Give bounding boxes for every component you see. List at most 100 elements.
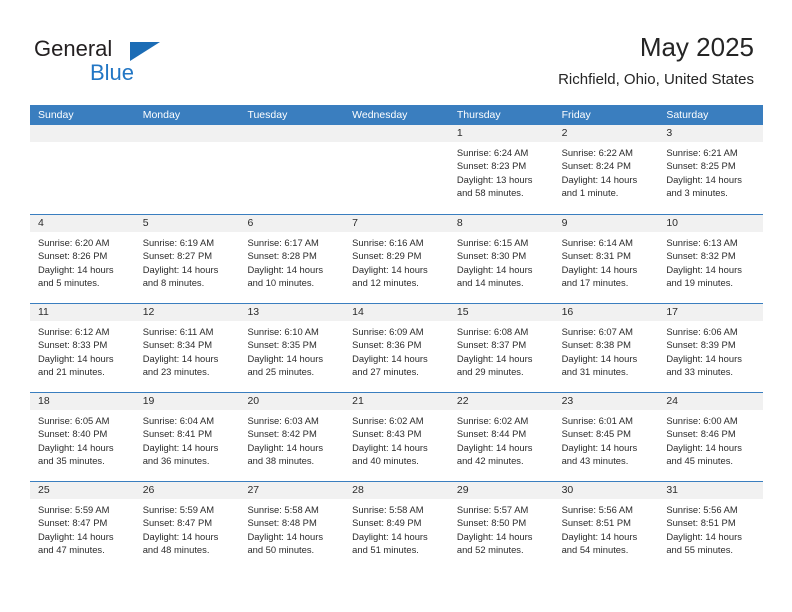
day-detail: Sunrise: 6:09 AM Sunset: 8:36 PM Daylight:… [344,321,449,379]
day-number-band [239,125,345,142]
day-cell[interactable]: 28 Sunrise: 5:58 AM Sunset: 8:49 PM Dayligh… [344,482,449,570]
daylight-text-cont: and 1 minute. [561,187,619,199]
sunrise-text: Sunrise: 5:59 AM [142,504,215,515]
sunrise-text: Sunrise: 6:17 AM [247,237,319,248]
day-number-band: 13 [239,304,345,321]
day-detail: Sunrise: 5:59 AM Sunset: 8:47 PM Daylight:… [30,499,135,557]
day-cell[interactable]: 13 Sunrise: 6:10 AM Sunset: 8:35 PM Dayligh… [239,304,345,392]
day-detail: Sunrise: 6:02 AM Sunset: 8:44 PM Daylight:… [449,410,554,468]
day-detail: Sunrise: 6:22 AM Sunset: 8:24 PM Daylight:… [554,142,659,200]
calendar-week-row: 11 Sunrise: 6:12 AM Sunset: 8:33 PM Dayligh… [30,303,764,392]
page-title: May 2025 [639,32,754,62]
sunset-text: Sunset: 8:43 PM [352,428,422,440]
daylight-text-cont: and 58 minutes. [456,187,524,199]
day-cell[interactable]: 19 Sunrise: 6:04 AM Sunset: 8:41 PM Dayligh… [134,393,240,481]
day-cell[interactable]: 25 Sunrise: 5:59 AM Sunset: 8:47 PM Dayligh… [30,482,135,570]
day-number: 31 [666,484,678,496]
logo-triangle-icon [130,42,160,61]
day-cell[interactable]: 2 Sunrise: 6:22 AM Sunset: 8:24 PM Daylight… [553,125,659,214]
daylight-text: Daylight: 14 hours [38,530,114,542]
sunrise-text: Sunrise: 6:08 AM [456,326,529,337]
day-cell[interactable]: 23 Sunrise: 6:01 AM Sunset: 8:45 PM Dayligh… [553,393,659,481]
day-number-band: 11 [30,304,135,321]
day-number: 23 [561,395,574,407]
day-detail: Sunrise: 6:16 AM Sunset: 8:29 PM Daylight:… [344,232,449,290]
daylight-text-cont: and 19 minutes. [666,277,734,289]
daylight-text-cont: and 52 minutes. [456,544,524,556]
sunrise-text: Sunrise: 6:12 AM [38,326,110,337]
day-cell[interactable]: 11 Sunrise: 6:12 AM Sunset: 8:33 PM Dayligh… [30,304,135,392]
day-number: 26 [142,484,155,496]
day-number: 11 [38,306,49,318]
sunrise-text: Sunrise: 6:06 AM [666,326,738,337]
day-cell[interactable]: 30 Sunrise: 5:56 AM Sunset: 8:51 PM Dayligh… [553,482,659,570]
day-number: 7 [352,217,358,229]
sunset-text: Sunset: 8:51 PM [666,517,736,529]
day-cell[interactable]: 24 Sunrise: 6:00 AM Sunset: 8:46 PM Dayligh… [658,393,764,481]
sunset-text: Sunset: 8:45 PM [561,428,631,440]
day-number: 22 [456,395,469,407]
day-cell[interactable]: 5 Sunrise: 6:19 AM Sunset: 8:27 PM Daylight… [134,215,240,303]
day-cell[interactable]: 8 Sunrise: 6:15 AM Sunset: 8:30 PM Daylight… [448,215,554,303]
daylight-text-cont: and 35 minutes. [38,455,105,467]
day-cell[interactable]: 6 Sunrise: 6:17 AM Sunset: 8:28 PM Daylight… [239,215,345,303]
sunset-text: Sunset: 8:38 PM [561,339,631,351]
day-cell[interactable]: 3 Sunrise: 6:21 AM Sunset: 8:25 PM Daylight… [658,125,764,214]
day-cell[interactable]: 14 Sunrise: 6:09 AM Sunset: 8:36 PM Dayligh… [344,304,449,392]
weekday-header-row: Sunday Monday Tuesday Wednesday Thursday Frid… [30,105,763,125]
sunrise-text: Sunrise: 6:14 AM [561,237,633,248]
day-cell[interactable]: 10 Sunrise: 6:13 AM Sunset: 8:32 PM Dayligh… [658,215,764,303]
day-number-band: 18 [30,393,135,410]
day-cell[interactable]: 1 Sunrise: 6:24 AM Sunset: 8:23 PM Daylight… [448,125,554,214]
day-detail: Sunrise: 6:03 AM Sunset: 8:42 PM Daylight:… [239,410,344,468]
day-cell[interactable]: 26 Sunrise: 5:59 AM Sunset: 8:47 PM Dayligh… [134,482,240,570]
day-detail: Sunrise: 6:11 AM Sunset: 8:34 PM Daylight:… [135,321,240,379]
sunset-text: Sunset: 8:44 PM [456,428,527,440]
daylight-text-cont: and 31 minutes. [561,366,629,378]
weekday-header-wednesday: Wednesday [352,109,408,121]
day-cell[interactable]: 17 Sunrise: 6:06 AM Sunset: 8:39 PM Dayligh… [658,304,764,392]
day-number: 16 [561,306,574,318]
day-cell[interactable]: 18 Sunrise: 6:05 AM Sunset: 8:40 PM Dayligh… [30,393,135,481]
sunrise-text: Sunrise: 6:05 AM [38,415,110,426]
calendar-grid: Sunday Monday Tuesday Wednesday Thursday Frid… [30,105,764,570]
sunrise-text: Sunrise: 6:11 AM [142,326,214,337]
day-number-band: 29 [448,482,554,499]
daylight-text: Daylight: 14 hours [247,352,324,364]
day-cell[interactable]: 22 Sunrise: 6:02 AM Sunset: 8:44 PM Dayligh… [448,393,554,481]
day-cell[interactable]: 29 Sunrise: 5:57 AM Sunset: 8:50 PM Dayligh… [448,482,554,570]
day-cell-empty [30,125,135,214]
sunrise-text: Sunrise: 6:07 AM [561,326,633,337]
daylight-text: Daylight: 14 hours [247,263,324,275]
day-number-band: 22 [448,393,554,410]
day-cell[interactable]: 4 Sunrise: 6:20 AM Sunset: 8:26 PM Daylight… [30,215,135,303]
day-number-band: 26 [134,482,240,499]
sunrise-text: Sunrise: 5:56 AM [666,504,738,515]
day-detail: Sunrise: 6:21 AM Sunset: 8:25 PM Daylight:… [658,142,763,200]
title-block: May 2025 Richfield, Ohio, United States [558,32,754,90]
day-detail: Sunrise: 6:02 AM Sunset: 8:43 PM Daylight:… [344,410,449,468]
day-number-band: 7 [344,215,449,232]
day-cell[interactable]: 20 Sunrise: 6:03 AM Sunset: 8:42 PM Dayligh… [239,393,345,481]
sunset-text: Sunset: 8:42 PM [247,428,317,440]
calendar-week-row: 25 Sunrise: 5:59 AM Sunset: 8:47 PM Dayligh… [30,481,764,570]
day-cell[interactable]: 21 Sunrise: 6:02 AM Sunset: 8:43 PM Dayligh… [344,393,449,481]
sunrise-text: Sunrise: 6:09 AM [352,326,424,337]
sunrise-text: Sunrise: 5:59 AM [38,504,110,515]
day-cell[interactable]: 16 Sunrise: 6:07 AM Sunset: 8:38 PM Dayligh… [553,304,659,392]
sunset-text: Sunset: 8:32 PM [666,250,736,262]
daylight-text: Daylight: 14 hours [38,352,114,364]
day-detail: Sunrise: 6:13 AM Sunset: 8:32 PM Daylight:… [658,232,763,290]
day-number-band: 27 [239,482,345,499]
day-cell[interactable]: 31 Sunrise: 5:56 AM Sunset: 8:51 PM Dayligh… [658,482,764,570]
day-cell[interactable]: 12 Sunrise: 6:11 AM Sunset: 8:34 PM Dayligh… [134,304,240,392]
day-cell[interactable]: 9 Sunrise: 6:14 AM Sunset: 8:31 PM Daylight… [553,215,659,303]
day-number-band: 20 [239,393,345,410]
day-detail: Sunrise: 6:07 AM Sunset: 8:38 PM Daylight:… [554,321,659,379]
day-cell[interactable]: 27 Sunrise: 5:58 AM Sunset: 8:48 PM Dayligh… [239,482,345,570]
day-detail: Sunrise: 5:58 AM Sunset: 8:48 PM Daylight:… [239,499,344,557]
daylight-text: Daylight: 14 hours [666,352,742,364]
sunset-text: Sunset: 8:47 PM [38,517,108,529]
day-cell[interactable]: 7 Sunrise: 6:16 AM Sunset: 8:29 PM Daylight… [344,215,449,303]
day-cell[interactable]: 15 Sunrise: 6:08 AM Sunset: 8:37 PM Dayligh… [448,304,554,392]
